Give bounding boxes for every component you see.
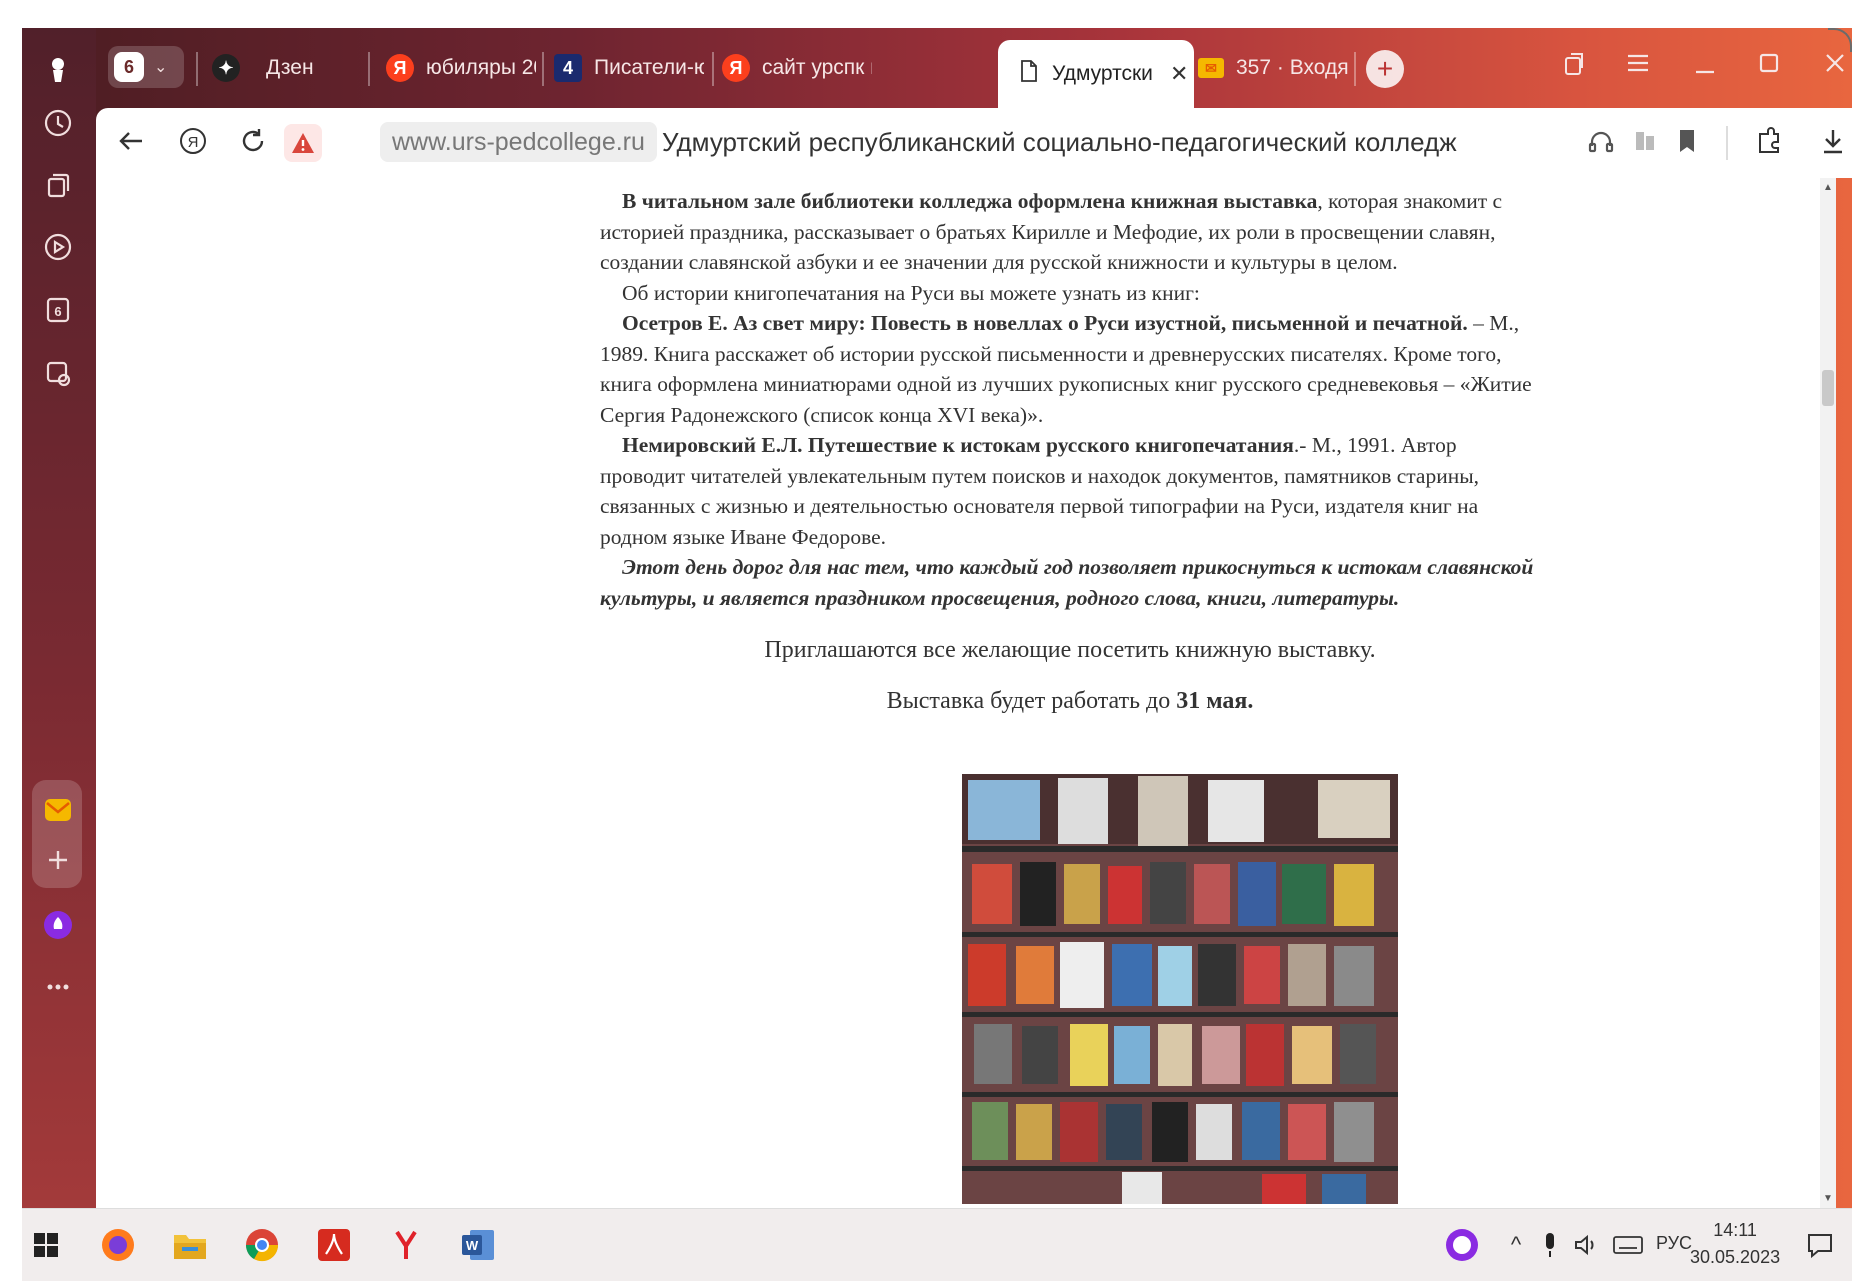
tab-label: Писатели-юб	[594, 56, 704, 79]
paragraph-book-osetrov: Осетров Е. Аз свет миру: Повесть в новел…	[600, 308, 1540, 430]
windows-start-icon[interactable]	[24, 1223, 68, 1267]
svg-text:6: 6	[54, 304, 61, 319]
channel-4-icon: 4	[554, 54, 582, 82]
clock-time: 14:11	[1713, 1220, 1757, 1240]
page-content: В читальном зале библиотеки колледжа офо…	[96, 178, 1836, 1208]
profile-icon[interactable]	[41, 52, 75, 86]
word-icon[interactable]: W	[456, 1223, 500, 1267]
extensions-icon[interactable]	[1754, 126, 1784, 161]
exhibition-heading: В читальном зале библиотеки колледжа офо…	[622, 189, 1318, 213]
history-icon[interactable]	[41, 106, 75, 140]
notifications-icon[interactable]	[1798, 1223, 1842, 1267]
volume-icon[interactable]	[1564, 1223, 1608, 1267]
yandex-icon: Я	[386, 54, 414, 82]
yandex-home-icon[interactable]: Я	[178, 126, 208, 161]
scroll-down-icon[interactable]: ▼	[1823, 1193, 1833, 1204]
firefox-icon[interactable]	[96, 1223, 140, 1267]
book-title-osetrov: Осетров Е. Аз свет миру: Повесть в новел…	[622, 311, 1468, 335]
downloads-icon[interactable]	[1818, 126, 1848, 161]
reload-icon[interactable]	[238, 126, 268, 161]
minimize-icon[interactable]	[1694, 50, 1716, 81]
tab-writers[interactable]: 4 Писатели-юб	[554, 46, 704, 90]
tab-counter-icon[interactable]: 6	[41, 293, 75, 327]
book-title-nemirovsky: Немировский Е.Л. Путешествие к истокам р…	[622, 433, 1294, 457]
page-icon	[1020, 60, 1038, 88]
tab-urspk-site[interactable]: Я сайт урспк их	[722, 46, 872, 90]
sidebar-rail: 6	[22, 28, 96, 1208]
browser-window: 6 6 ⌄ ✦ Дзен Я юбиляры 2 4 Писатели-ю Я …	[22, 28, 1852, 1281]
yandex-browser-icon[interactable]	[384, 1223, 428, 1267]
tab-mail-inbox[interactable]: ✉ 357 · Входящи	[1198, 46, 1348, 90]
tab-label: Удмуртски	[1052, 62, 1153, 85]
tab-counter-button[interactable]: 6 ⌄	[108, 46, 184, 88]
vertical-scrollbar[interactable]: ▲ ▼	[1820, 178, 1836, 1208]
language-indicator[interactable]: РУС	[1656, 1233, 1692, 1254]
address-bar: Я www.urs-pedcollege.ru Удмуртский респу…	[96, 108, 1852, 178]
tab-separator	[196, 52, 198, 86]
clock-date: 30.05.2023	[1690, 1247, 1781, 1267]
reader-mode-icon[interactable]	[1630, 126, 1660, 161]
keyboard-icon[interactable]	[1606, 1223, 1650, 1267]
article: В читальном зале библиотеки колледжа офо…	[600, 186, 1540, 716]
tab-jubilees[interactable]: Я юбиляры 202	[386, 46, 536, 90]
acrobat-icon[interactable]	[312, 1223, 356, 1267]
reader-audio-icon[interactable]	[1586, 126, 1616, 161]
chevron-down-icon: ⌄	[154, 59, 168, 76]
tab-label: 357 · Входящи	[1236, 56, 1348, 79]
close-window-icon[interactable]	[1824, 50, 1846, 81]
paragraph-exhibition: В читальном зале библиотеки колледжа офо…	[600, 186, 1540, 278]
page-title: Удмуртский республиканский социально-пед…	[662, 127, 1457, 157]
scroll-thumb[interactable]	[1822, 370, 1834, 406]
invite-text: Приглашаются все желающие посетить книжн…	[764, 637, 1376, 663]
scroll-up-icon[interactable]: ▲	[1823, 182, 1833, 193]
tab-count-badge: 6	[114, 52, 144, 82]
tab-label: юбиляры 202	[426, 56, 536, 79]
toolbar-separator	[1726, 126, 1728, 160]
tab-zen[interactable]: ✦ Дзен	[212, 46, 352, 90]
tab-separator	[1354, 52, 1356, 86]
svg-text:Я: Я	[188, 134, 199, 151]
paragraph-closing: Этот день дорог для нас тем, что каждый …	[600, 552, 1540, 613]
dates-bold: 31 мая.	[1176, 687, 1254, 714]
paragraph-books-intro: Об истории книгопечатания на Руси вы мож…	[622, 280, 1200, 305]
tab-udmurt-active[interactable]: Удмуртски ✕	[998, 40, 1194, 108]
screenshot-icon[interactable]	[41, 356, 75, 390]
add-app-icon[interactable]	[41, 843, 75, 877]
back-icon[interactable]	[116, 126, 146, 161]
alice-taskbar-icon[interactable]	[1440, 1223, 1484, 1267]
taskbar: W ^ РУС 14:11 30.05.2023	[22, 1208, 1852, 1281]
tab-separator	[712, 52, 714, 86]
security-warning-icon[interactable]	[284, 124, 322, 162]
collections-icon[interactable]	[41, 168, 75, 202]
new-tab-button[interactable]: +	[1366, 50, 1404, 88]
chrome-icon[interactable]	[240, 1223, 284, 1267]
file-explorer-icon[interactable]	[168, 1223, 212, 1267]
mail-icon: ✉	[1198, 58, 1224, 78]
dates-prefix: Выставка будет работать до	[886, 687, 1177, 714]
zen-star-icon: ✦	[212, 54, 240, 82]
paragraph-book-nemirovsky: Немировский Е.Л. Путешествие к истокам р…	[600, 430, 1540, 552]
alice-assistant-icon[interactable]	[41, 908, 75, 942]
tab-strip: 6 ⌄ ✦ Дзен Я юбиляры 202 4 Писатели-юб Я…	[96, 28, 1852, 108]
book-exhibition-photo	[962, 774, 1398, 1204]
tab-separator	[368, 52, 370, 86]
more-icon[interactable]	[41, 970, 75, 1004]
mail-app-icon[interactable]	[41, 793, 75, 827]
closing-italic-text: Этот день дорог для нас тем, что каждый …	[600, 555, 1534, 610]
svg-text:W: W	[466, 1238, 479, 1253]
tab-separator	[542, 52, 544, 86]
tab-label: Дзен	[266, 56, 314, 79]
menu-icon[interactable]	[1626, 52, 1650, 79]
system-clock[interactable]: 14:11 30.05.2023	[1690, 1217, 1780, 1271]
yandex-icon: Я	[722, 54, 750, 82]
bookmark-icon[interactable]	[1672, 126, 1702, 161]
video-play-icon[interactable]	[41, 230, 75, 264]
tab-close-icon[interactable]: ✕	[1170, 61, 1188, 87]
tab-manager-icon[interactable]	[1562, 50, 1588, 83]
maximize-icon[interactable]	[1758, 50, 1780, 81]
tab-label: сайт урспк их	[762, 56, 872, 79]
exhibition-dates: Выставка будет работать до 31 мая.	[600, 686, 1540, 717]
url-field[interactable]: www.urs-pedcollege.ru	[380, 122, 657, 162]
